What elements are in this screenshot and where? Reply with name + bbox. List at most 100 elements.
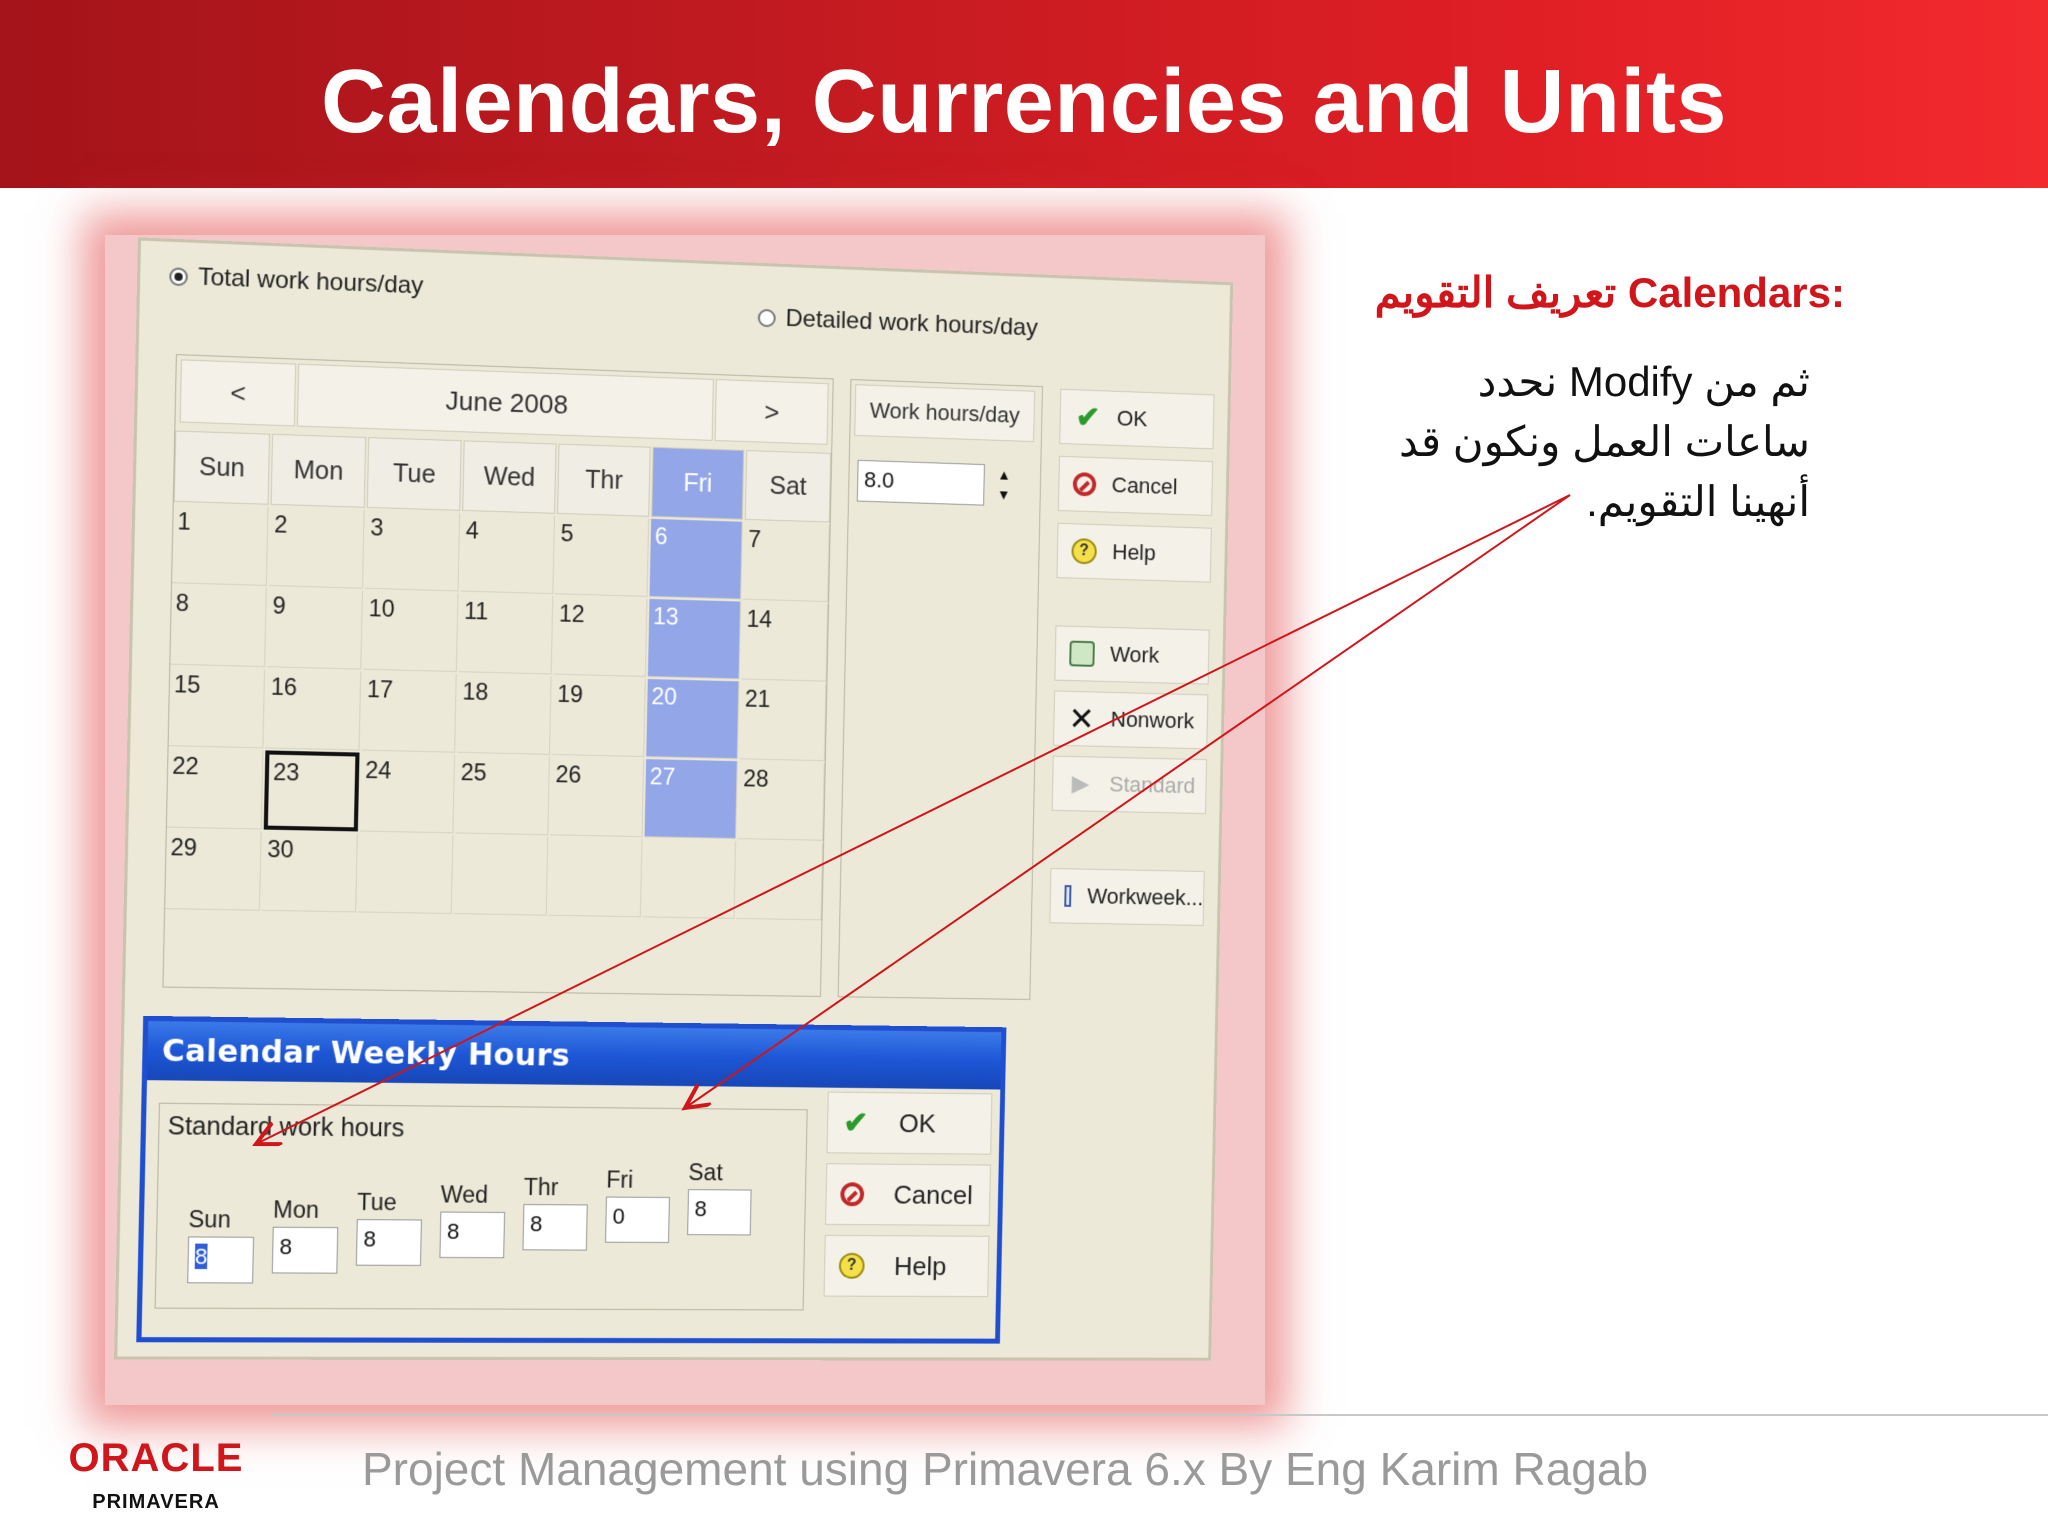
calendar-day[interactable]: 26 xyxy=(550,756,645,838)
calendar-day[interactable]: 15 xyxy=(168,666,266,749)
work-hours-input[interactable]: 8.0 xyxy=(856,459,985,506)
calendar-day[interactable]: 27 xyxy=(644,759,738,840)
calendar-day[interactable]: 1 xyxy=(172,503,269,586)
calendar-empty-cell xyxy=(736,841,824,921)
weekday-hours-value: 8 xyxy=(194,1243,208,1270)
weekday-hours-input[interactable]: 8 xyxy=(271,1226,339,1274)
radio-detailed-label: Detailed work hours/day xyxy=(785,304,1039,342)
calendar-day[interactable]: 7 xyxy=(743,521,830,603)
weekly-ok-button[interactable]: ✔ OK xyxy=(826,1091,993,1155)
help-icon: ? xyxy=(1071,538,1097,565)
weekly-hours-titlebar[interactable]: Calendar Weekly Hours xyxy=(147,1021,1002,1090)
weekly-help-button[interactable]: ? Help xyxy=(823,1234,990,1298)
weekday-hours-input[interactable]: 8 xyxy=(522,1204,588,1251)
calendar-day[interactable]: 29 xyxy=(165,829,262,911)
weekday-hours-value: 8 xyxy=(446,1218,460,1244)
weekday-hours-input[interactable]: 8 xyxy=(687,1189,752,1236)
weekday-hours-input[interactable]: 8 xyxy=(355,1219,422,1266)
radio-selected-icon xyxy=(169,267,189,287)
calendar-day[interactable]: 13 xyxy=(647,598,742,680)
month-calendar: < June 2008 > Sun Mon Tue Wed Thr Fri Sat 1234… xyxy=(162,354,834,997)
calendar-day[interactable]: 12 xyxy=(553,596,648,677)
weekly-help-label: Help xyxy=(893,1250,947,1281)
weekday-hours-label: Sat xyxy=(688,1159,724,1186)
calendar-day[interactable]: 25 xyxy=(455,754,550,836)
calendar-day[interactable]: 9 xyxy=(267,588,363,670)
workweek-button[interactable]: Workweek... xyxy=(1049,868,1205,926)
standard-hours-group: Standard work hours Sun 8 Mon 8 Tue 8 Wed 8 Thr 8… xyxy=(154,1102,808,1311)
calendar-day[interactable]: 19 xyxy=(551,676,646,758)
weekday-hours-sat: Sat 8 xyxy=(687,1159,758,1236)
calendar-day[interactable]: 10 xyxy=(363,590,459,673)
cancel-button[interactable]: Cancel xyxy=(1057,455,1214,516)
weekday-hours-input[interactable]: 8 xyxy=(187,1236,255,1284)
calendar-day[interactable]: 24 xyxy=(359,752,456,834)
weekly-cancel-button[interactable]: Cancel xyxy=(825,1163,991,1226)
work-icon xyxy=(1069,640,1095,667)
calendar-day[interactable]: 4 xyxy=(460,512,555,595)
work-hours-panel: Work hours/day 8.0 ▲ ▼ xyxy=(837,379,1043,1000)
weekday-hours-tue: Tue 8 xyxy=(355,1189,429,1266)
weekday-header-mon: Mon xyxy=(270,433,367,508)
work-hours-label: Work hours/day xyxy=(854,384,1036,443)
radio-unselected-icon xyxy=(757,308,776,328)
calendar-day[interactable]: 30 xyxy=(261,831,358,913)
weekday-hours-label: Wed xyxy=(440,1181,489,1208)
standard-label: Standard xyxy=(1109,771,1196,799)
calendar-day[interactable]: 8 xyxy=(170,585,267,668)
weekday-hours-mon: Mon 8 xyxy=(271,1196,345,1274)
weekday-hours-value: 8 xyxy=(529,1211,543,1237)
calendar-day[interactable]: 18 xyxy=(457,674,552,755)
calendar-day[interactable]: 23 xyxy=(263,750,360,832)
work-label: Work xyxy=(1109,641,1160,668)
radio-detailed-hours[interactable]: Detailed work hours/day xyxy=(757,304,1039,343)
weekday-hours-fri: Fri 0 xyxy=(605,1166,677,1244)
screenshot: Total work hours/day Detailed work hours… xyxy=(114,237,1234,1361)
weekday-hours-sun: Sun 8 xyxy=(187,1206,261,1284)
work-hours-stepper[interactable]: ▲ ▼ xyxy=(992,464,1016,506)
calendar-day[interactable]: 2 xyxy=(268,506,365,589)
primavera-wordmark: PRIMAVERA xyxy=(92,1491,220,1513)
next-month-button[interactable]: > xyxy=(714,379,829,445)
calendar-day[interactable]: 11 xyxy=(458,593,554,675)
calendar-day[interactable]: 6 xyxy=(649,518,743,600)
calendar-dialog: Total work hours/day Detailed work hours… xyxy=(114,237,1234,1361)
weekday-hours-label: Thr xyxy=(523,1173,559,1201)
ok-button[interactable]: ✔ OK xyxy=(1059,388,1215,450)
calendar-day[interactable]: 22 xyxy=(166,748,264,830)
weekday-hours-input[interactable]: 0 xyxy=(605,1196,670,1244)
work-button[interactable]: Work xyxy=(1054,625,1210,685)
weekly-hours-title: Calendar Weekly Hours xyxy=(161,1033,571,1074)
weekly-cancel-label: Cancel xyxy=(893,1179,974,1210)
slide-title: Calendars, Currencies and Units xyxy=(321,52,1727,152)
screenshot-frame: Total work hours/day Detailed work hours… xyxy=(85,220,1285,1410)
calendar-day[interactable]: 16 xyxy=(265,669,362,751)
help-button[interactable]: ? Help xyxy=(1056,522,1212,583)
calendar-day[interactable]: 17 xyxy=(361,671,457,753)
calendar-day[interactable]: 21 xyxy=(739,681,827,762)
calendar-day[interactable]: 5 xyxy=(555,515,650,597)
close-icon: ✕ xyxy=(1068,700,1095,737)
footer-divider xyxy=(272,1414,2048,1416)
calendar-day[interactable]: 28 xyxy=(738,761,825,841)
check-icon: ✔ xyxy=(843,1106,869,1140)
weekday-hours-value: 8 xyxy=(694,1196,708,1222)
play-icon: ▶ xyxy=(1071,770,1089,796)
weekday-hours-fields: Sun 8 Mon 8 Tue 8 Wed 8 Thr 8 Fri 0 Sat 8 xyxy=(160,1104,807,1284)
weekly-ok-label: OK xyxy=(898,1107,937,1138)
calendar-day[interactable]: 20 xyxy=(646,679,740,760)
calendar-day[interactable]: 14 xyxy=(741,601,829,682)
oracle-primavera-logo: ORACLE PRIMAVERA xyxy=(56,1436,256,1514)
nonwork-label: Nonwork xyxy=(1110,706,1195,734)
calendar-day[interactable]: 3 xyxy=(365,509,461,592)
prev-month-button[interactable]: < xyxy=(179,359,297,427)
check-icon: ✔ xyxy=(1075,400,1101,435)
help-label: Help xyxy=(1111,539,1157,566)
nonwork-button[interactable]: ✕ Nonwork xyxy=(1053,690,1209,750)
weekday-hours-input[interactable]: 8 xyxy=(439,1211,506,1259)
radio-total-hours[interactable]: Total work hours/day xyxy=(169,262,424,300)
note-body: ثم من Modify نحدد ساعات العمل ونكون قد أ… xyxy=(1398,358,1810,525)
weekday-header-thr: Thr xyxy=(557,443,651,517)
weekday-hours-value: 0 xyxy=(612,1203,626,1229)
standard-button[interactable]: ▶ Standard xyxy=(1051,755,1208,815)
